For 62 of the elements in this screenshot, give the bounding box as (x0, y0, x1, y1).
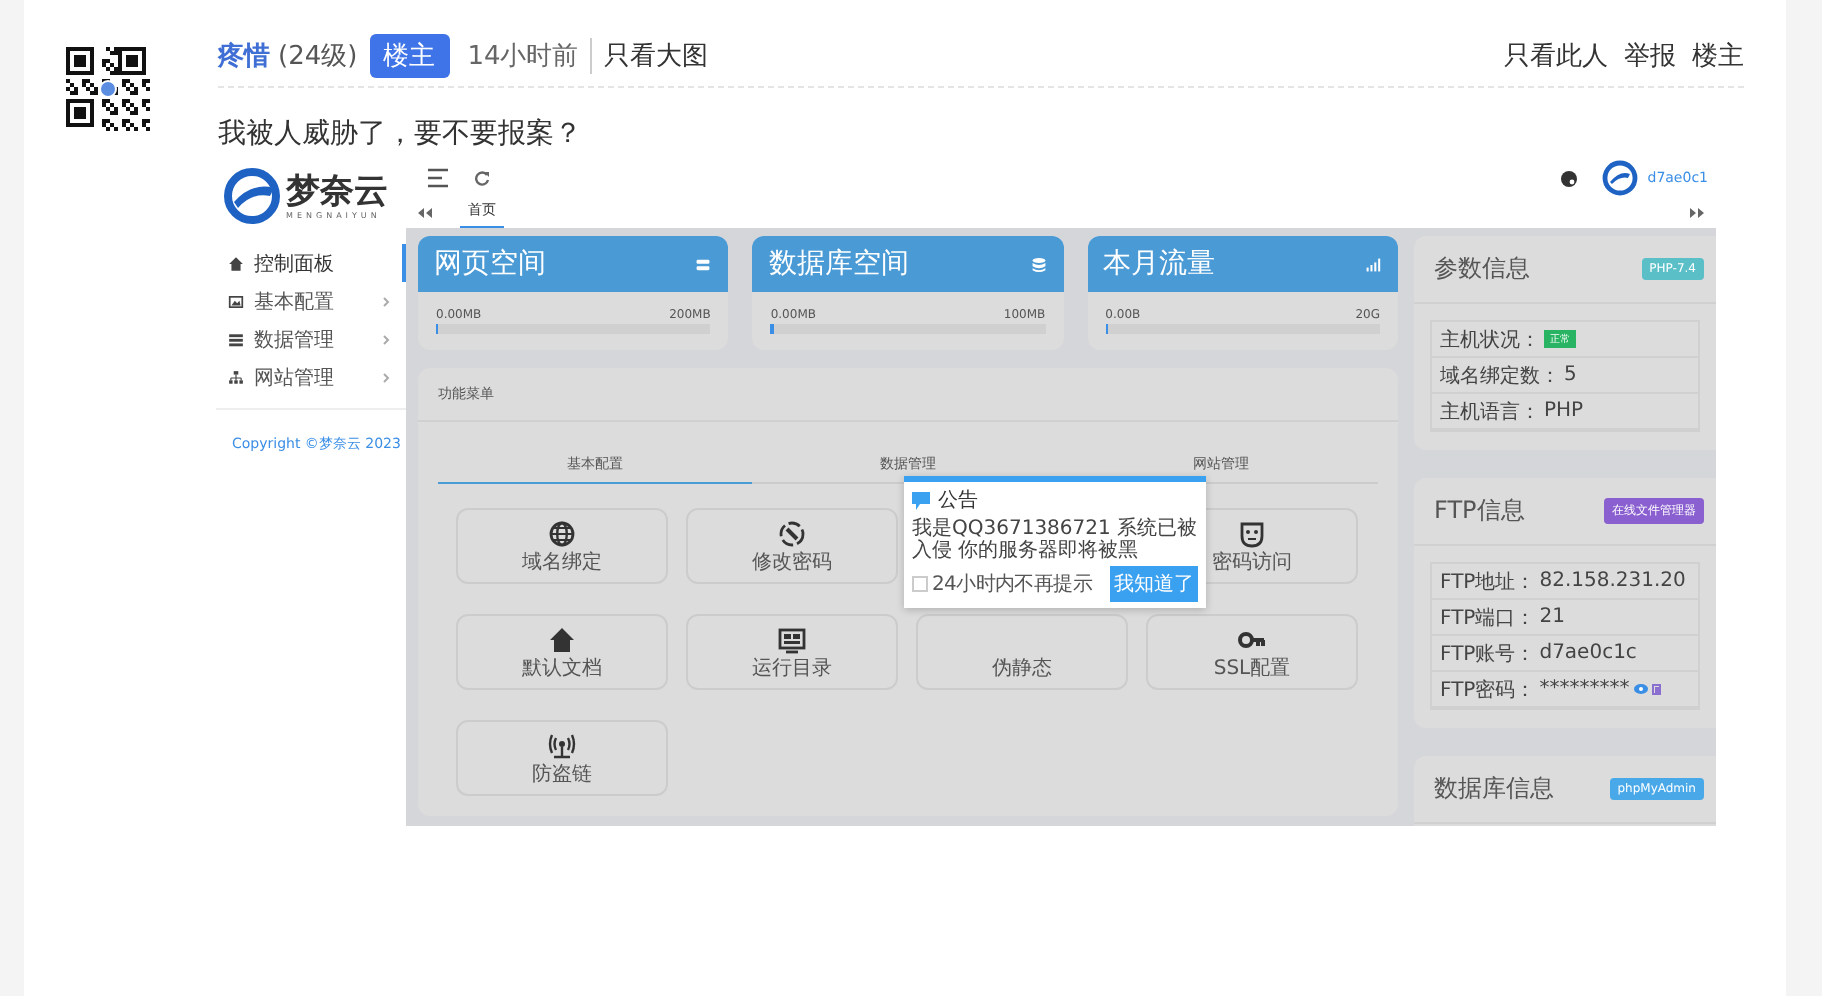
copy-icon (1651, 683, 1662, 695)
stat-title: 数据库空间 (768, 246, 909, 282)
post-time: 14小时前 (467, 40, 579, 74)
user-avatar-icon (1601, 160, 1638, 196)
house-icon (228, 255, 244, 271)
row-value: 21 (1539, 606, 1565, 628)
post-action-link[interactable]: 举报 (1624, 38, 1676, 74)
sidebar-item[interactable]: 数据管理 (216, 320, 406, 358)
row-value: ********* (1539, 678, 1630, 700)
checkbox-label: 24小时内不再提示 (932, 571, 1093, 598)
row-label: FTP密码： (1440, 677, 1536, 703)
menu-icon (426, 168, 450, 188)
author-name[interactable]: 疼惜 (218, 38, 270, 74)
row-value: PHP (1544, 400, 1584, 422)
double-arrow-right-icon (1690, 207, 1704, 217)
sidebar-item[interactable]: 基本配置 (216, 282, 406, 320)
row-value: 82.158.231.20 (1539, 570, 1686, 592)
post-text: 我被人威胁了，要不要报案？ (218, 116, 584, 152)
chat-bubble-icon (912, 491, 930, 509)
post-action-link[interactable]: 楼主 (1692, 38, 1744, 74)
monitor-icon (778, 625, 806, 653)
menu-tile[interactable]: 伪静态 (916, 614, 1128, 690)
row-label: FTP账号： (1440, 641, 1536, 667)
sitemap-icon (228, 369, 244, 385)
menu-tile[interactable]: 默认文档 (456, 614, 668, 690)
logo-name: 梦奈云 (286, 173, 388, 209)
database-icon (1029, 255, 1048, 273)
menu-tile[interactable]: 运行目录 (686, 614, 898, 690)
row-label: FTP端口： (1440, 605, 1536, 631)
menu-tile[interactable]: 域名绑定 (456, 508, 668, 584)
view-image-link[interactable]: 只看大图 (590, 38, 709, 74)
checkbox[interactable] (912, 576, 928, 592)
row-label: 域名绑定数： (1440, 363, 1560, 389)
user-level: (24级) (278, 40, 358, 74)
row-label: 主机状况： (1440, 327, 1540, 353)
picture-icon (228, 293, 244, 309)
eye-icon (1633, 684, 1648, 694)
confirm-button[interactable]: 我知道了 (1110, 566, 1198, 602)
post-action-link[interactable]: 只看此人 (1504, 38, 1608, 74)
antenna-icon (548, 731, 576, 759)
dialog-title: 公告 (938, 487, 978, 514)
op-badge: 楼主 (369, 34, 450, 78)
sidebar-item[interactable]: 网站管理 (216, 358, 406, 396)
stat-title: 本月流量 (1103, 246, 1216, 282)
row-label: FTP地址： (1440, 569, 1536, 595)
refresh-icon (474, 170, 490, 186)
row-label: 主机语言： (1440, 399, 1540, 425)
menu-tile[interactable]: SSL配置 (1146, 614, 1358, 690)
panel-title: FTP信息 (1434, 494, 1525, 528)
row-value: d7ae0c1c (1539, 642, 1637, 664)
house-icon (548, 625, 576, 653)
double-arrow-left-icon (418, 207, 432, 217)
list-icon (228, 331, 244, 347)
menu-tile[interactable]: 修改密码 (686, 508, 898, 584)
mask-icon (1238, 519, 1266, 547)
globe-icon (548, 519, 576, 547)
panel-title: 数据库信息 (1434, 772, 1554, 806)
panel-title: 参数信息 (1434, 252, 1530, 286)
stat-title: 网页空间 (434, 246, 546, 282)
row-value: 5 (1564, 364, 1577, 386)
menu-tile[interactable]: 防盗链 (456, 720, 668, 796)
signal-bars-icon (1363, 255, 1382, 273)
